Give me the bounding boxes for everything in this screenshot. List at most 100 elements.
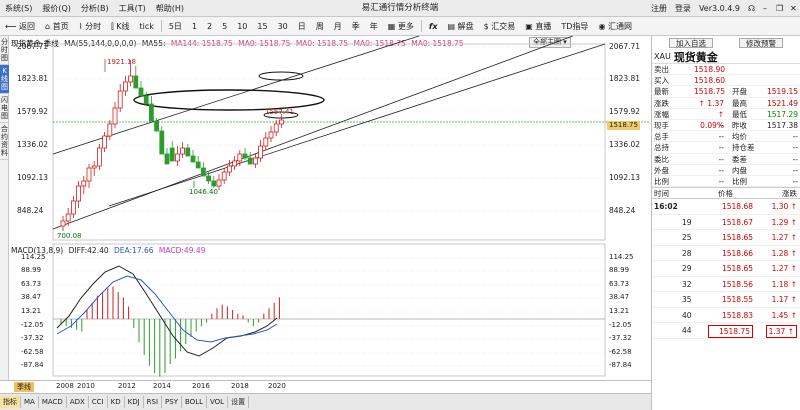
tab-kd[interactable]: KD: [108, 396, 125, 408]
tab-psy[interactable]: PSY: [162, 396, 182, 408]
tab-indicator[interactable]: 指标: [0, 396, 21, 408]
tab-kdj[interactable]: KDJ: [125, 396, 144, 408]
fx-button[interactable]: fx: [424, 17, 443, 36]
period-30[interactable]: 30: [273, 17, 293, 36]
price-chart-svg: 1921.18 1046.40 700.08 1557.41: [52, 36, 649, 377]
tab-contract[interactable]: 合约资料: [0, 123, 9, 160]
y-axis-label-left: 848.24: [17, 206, 44, 215]
candle-body: [247, 157, 253, 165]
menu-help[interactable]: 帮助(H): [151, 0, 189, 17]
quote-row: 总手 -- 均价 --: [652, 131, 800, 143]
macd-axis-label-right: -12.05: [609, 321, 632, 329]
edit-alert-button[interactable]: 修改预警: [739, 38, 783, 48]
symbol-name: 现货黄金: [673, 50, 718, 64]
last-callout: 1557.41: [265, 108, 294, 116]
td-guide-button[interactable]: TD指导: [556, 17, 593, 36]
quote-label: 均价: [732, 132, 747, 142]
period-10[interactable]: 10: [232, 17, 252, 36]
macd-value: MACD:49.49: [158, 246, 206, 255]
period-5day[interactable]: 5日: [164, 17, 187, 36]
candle-body: [211, 180, 217, 187]
tick-change: 1.27 ↑: [771, 233, 797, 243]
back-button[interactable]: ⟵ 返回: [0, 17, 40, 36]
quote-panel: 加入自选 修改预警 XAU 现货黄金 卖出 1518.90 买入 1518.60 最新 1…: [651, 36, 800, 410]
macd-axis-label-left: -87.84: [21, 361, 44, 369]
menu-tools[interactable]: 工具(T): [114, 0, 151, 17]
quote-label: 比例: [654, 176, 669, 186]
tab-vol[interactable]: VOL: [207, 396, 229, 408]
tick-price: 1518.65: [721, 264, 753, 274]
x-axis-label: 2010: [77, 382, 95, 390]
macd-axis-label-right: -37.32: [609, 334, 632, 342]
period-label: 季线: [14, 382, 34, 392]
tab-rsi[interactable]: RSI: [144, 396, 163, 408]
tab-lightning[interactable]: 闪电图: [0, 94, 9, 123]
chart-icon: ▤: [447, 21, 458, 31]
quote-value: --: [792, 132, 798, 142]
candle-body: [81, 180, 87, 187]
tab-adx[interactable]: ADX: [67, 396, 89, 408]
candle-body: [169, 147, 175, 162]
candle-body: [232, 160, 238, 167]
grid-icon: ▦: [387, 21, 398, 31]
tab-kline[interactable]: K线图: [0, 65, 9, 94]
quote-label: 最高: [732, 98, 747, 108]
tab-boll[interactable]: BOLL: [182, 396, 207, 408]
candle-body: [71, 200, 76, 215]
period-year[interactable]: 年: [365, 17, 383, 36]
ellipse-annotation: [133, 89, 325, 111]
quote-value: --: [792, 176, 798, 186]
period-5[interactable]: 5: [217, 17, 232, 36]
home-button[interactable]: ⌂ 首页: [40, 17, 74, 36]
login-link[interactable]: 登录: [671, 3, 695, 14]
period-week[interactable]: 周: [311, 17, 329, 36]
candle-body: [190, 155, 196, 163]
chart-area[interactable]: 现货黄金-季线 MA(55,144,0,0,0,0) MA55: MA144: …: [9, 36, 651, 380]
tab-ma[interactable]: MA: [21, 396, 39, 408]
timeshare-button[interactable]: ⌇ 分时: [74, 17, 106, 36]
macd-axis-label-right: -87.84: [609, 361, 632, 369]
menu-system[interactable]: 系统(S): [0, 0, 37, 17]
candle-body: [107, 123, 113, 137]
candle-body: [128, 75, 133, 83]
candle-body: [164, 153, 170, 165]
menu-quote[interactable]: 报价(Q): [37, 0, 76, 17]
tick-row: 16:02 1518.68 1.30 ↑: [652, 199, 800, 215]
register-link[interactable]: 注册: [647, 3, 671, 14]
more-button[interactable]: ▦ 更多: [383, 17, 419, 36]
macd-axis-label-left: -37.32: [21, 334, 44, 342]
menu-analysis[interactable]: 分析(B): [76, 0, 114, 17]
trade-button[interactable]: $ 汇交易: [479, 17, 521, 36]
minimize-icon[interactable]: –: [758, 4, 772, 13]
period-month[interactable]: 月: [329, 17, 347, 36]
close-icon[interactable]: ✕: [786, 4, 800, 13]
period-day[interactable]: 日: [293, 17, 311, 36]
tab-settings[interactable]: 设置: [228, 396, 250, 408]
macd-legend: MACD(13,8,9) DIFF:42.40 DEA:17.66 MACD:4…: [11, 246, 205, 255]
tick-price: 1518.66: [721, 248, 753, 258]
period-2[interactable]: 2: [202, 17, 217, 36]
y-axis-label-left: 1823.81: [17, 74, 49, 83]
add-watchlist-button[interactable]: 加入自选: [669, 38, 713, 48]
quote-value: --: [718, 176, 724, 186]
macd-axis-label-left: -12.05: [21, 321, 44, 329]
candle-body: [278, 119, 284, 125]
version-label: Ver3.0.4.9: [698, 4, 740, 13]
tab-timeshare[interactable]: 分时图: [0, 36, 9, 65]
current-price-tag: 1518.75: [607, 121, 640, 130]
period-1[interactable]: 1: [187, 17, 202, 36]
tick-row: 44 1518.75 1.37 ↑: [652, 323, 800, 339]
huitong-button[interactable]: ◉ 汇通网: [593, 17, 637, 36]
period-quarter[interactable]: 季: [347, 17, 365, 36]
period-15[interactable]: 15: [252, 17, 272, 36]
analysis-button[interactable]: ▤ 解盘: [443, 17, 479, 36]
candle-body: [185, 147, 191, 157]
tick-button[interactable]: tick: [134, 17, 158, 36]
tab-macd[interactable]: MACD: [39, 396, 67, 408]
tab-cci[interactable]: CCI: [89, 396, 108, 408]
quote-label: 涨跌: [654, 98, 669, 108]
live-button[interactable]: ▣ 直播: [520, 17, 556, 36]
kline-button[interactable]: ⫿ K线: [106, 17, 134, 36]
restore-icon[interactable]: ❐: [772, 4, 786, 13]
headset-icon[interactable]: ☊: [744, 4, 758, 13]
